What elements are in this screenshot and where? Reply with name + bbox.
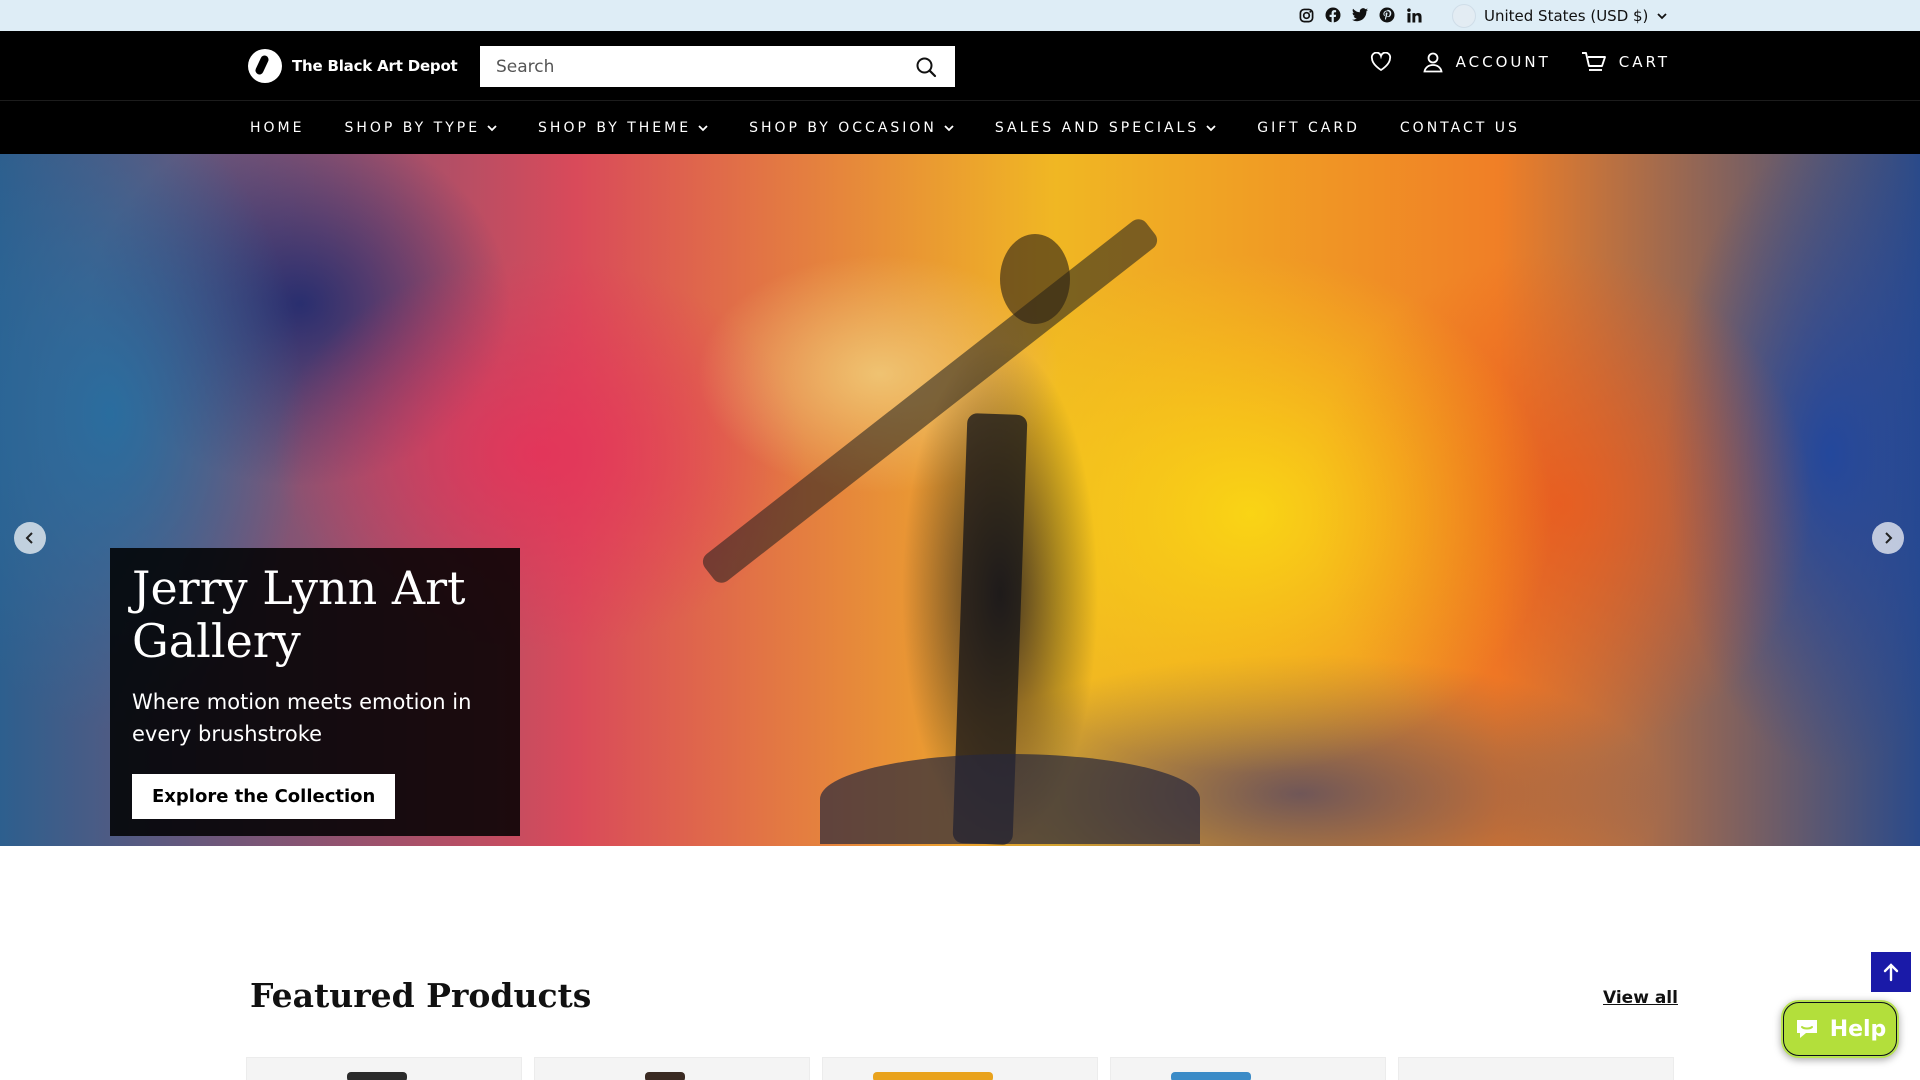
nav-label: SHOP BY OCCASION	[749, 119, 937, 136]
product-card[interactable]	[1110, 1057, 1386, 1080]
hero-artwork-stroke	[820, 754, 1200, 844]
instagram-icon[interactable]	[1296, 5, 1316, 25]
nav-label: SALES AND SPECIALS	[994, 119, 1200, 136]
chevron-down-icon	[487, 124, 497, 131]
nav-item-shop-by-type[interactable]: SHOP BY TYPE	[344, 120, 498, 136]
chevron-right-icon	[1885, 532, 1893, 544]
hero-subtitle: Where motion meets emotion in every brus…	[132, 690, 472, 746]
social-links	[1296, 5, 1424, 25]
hero-slideshow: Jerry Lynn Art Gallery Where motion meet…	[0, 154, 1920, 846]
currency-label: United States (USD $)	[1484, 7, 1649, 25]
nav-item-home[interactable]: HOME	[250, 120, 304, 136]
hero-caption-panel: Jerry Lynn Art Gallery Where motion meet…	[110, 548, 520, 836]
featured-products-title: Featured Products	[250, 976, 592, 1015]
nav-item-contact-us[interactable]: CONTACT US	[1400, 120, 1520, 136]
chat-bubble-icon	[1796, 1020, 1817, 1038]
cart-link[interactable]: CART	[1581, 51, 1670, 73]
pinterest-icon[interactable]	[1377, 5, 1397, 25]
product-thumbnail	[347, 1072, 407, 1080]
explore-collection-button[interactable]: Explore the Collection	[132, 774, 396, 819]
view-all-link[interactable]: View all	[1603, 988, 1678, 1008]
help-chat-inner: Help	[1784, 1003, 1896, 1055]
site-logo[interactable]: The Black Art Depot	[248, 49, 458, 83]
header-actions: ACCOUNT CART	[1370, 51, 1670, 73]
nav-label: GIFT CARD	[1257, 119, 1360, 136]
twitter-icon[interactable]	[1350, 5, 1370, 25]
site-header: The Black Art Depot ACCOUNT CART	[0, 31, 1920, 100]
top-bar: United States (USD $)	[0, 0, 1920, 31]
product-thumbnail	[1171, 1072, 1251, 1080]
main-nav: HOME SHOP BY TYPE SHOP BY THEME SHOP BY …	[0, 100, 1920, 154]
nav-item-gift-card[interactable]: GIFT CARD	[1257, 120, 1360, 136]
nav-item-shop-by-occasion[interactable]: SHOP BY OCCASION	[749, 120, 955, 136]
linkedin-icon[interactable]	[1404, 5, 1424, 25]
slide-next-button[interactable]	[1872, 522, 1904, 554]
search-input[interactable]	[496, 56, 913, 77]
chevron-down-icon	[1206, 124, 1216, 131]
chevron-down-icon	[1657, 13, 1668, 20]
nav-label: CONTACT US	[1399, 119, 1520, 136]
logo-icon	[248, 49, 282, 83]
cart-label: CART	[1618, 53, 1670, 71]
search-button[interactable]	[913, 54, 939, 80]
back-to-top-button[interactable]	[1871, 952, 1911, 992]
hero-artwork-stroke	[1000, 234, 1070, 324]
nav-label: SHOP BY TYPE	[344, 119, 481, 136]
product-card[interactable]	[1398, 1057, 1674, 1080]
help-label: Help	[1829, 1016, 1887, 1042]
user-icon	[1423, 52, 1443, 73]
chevron-left-icon	[25, 532, 33, 544]
slide-prev-button[interactable]	[14, 522, 46, 554]
nav-item-sales-and-specials[interactable]: SALES AND SPECIALS	[995, 120, 1217, 136]
search-bar	[480, 46, 955, 87]
product-card[interactable]	[822, 1057, 1098, 1080]
heart-icon	[1370, 52, 1391, 72]
help-chat-button[interactable]: Help	[1781, 1000, 1899, 1058]
product-grid	[246, 1057, 1674, 1080]
product-thumbnail	[873, 1072, 993, 1080]
account-label: ACCOUNT	[1455, 53, 1551, 71]
flag-icon	[1452, 4, 1476, 28]
nav-item-shop-by-theme[interactable]: SHOP BY THEME	[538, 120, 709, 136]
hero-title: Jerry Lynn Art Gallery	[132, 561, 466, 668]
wishlist-button[interactable]	[1370, 52, 1392, 72]
currency-selector[interactable]: United States (USD $)	[1452, 4, 1668, 28]
product-card[interactable]	[534, 1057, 810, 1080]
search-icon	[916, 57, 937, 77]
product-thumbnail	[645, 1072, 685, 1080]
facebook-icon[interactable]	[1323, 5, 1343, 25]
product-card[interactable]	[246, 1057, 522, 1080]
cart-icon	[1581, 52, 1606, 71]
account-link[interactable]: ACCOUNT	[1422, 51, 1551, 73]
nav-label: HOME	[250, 119, 305, 136]
hero-artwork-stroke	[698, 215, 1162, 587]
chevron-down-icon	[944, 124, 954, 131]
logo-text: The Black Art Depot	[292, 57, 458, 75]
nav-label: SHOP BY THEME	[538, 119, 692, 136]
arrow-up-icon	[1883, 963, 1899, 982]
chevron-down-icon	[698, 124, 708, 131]
